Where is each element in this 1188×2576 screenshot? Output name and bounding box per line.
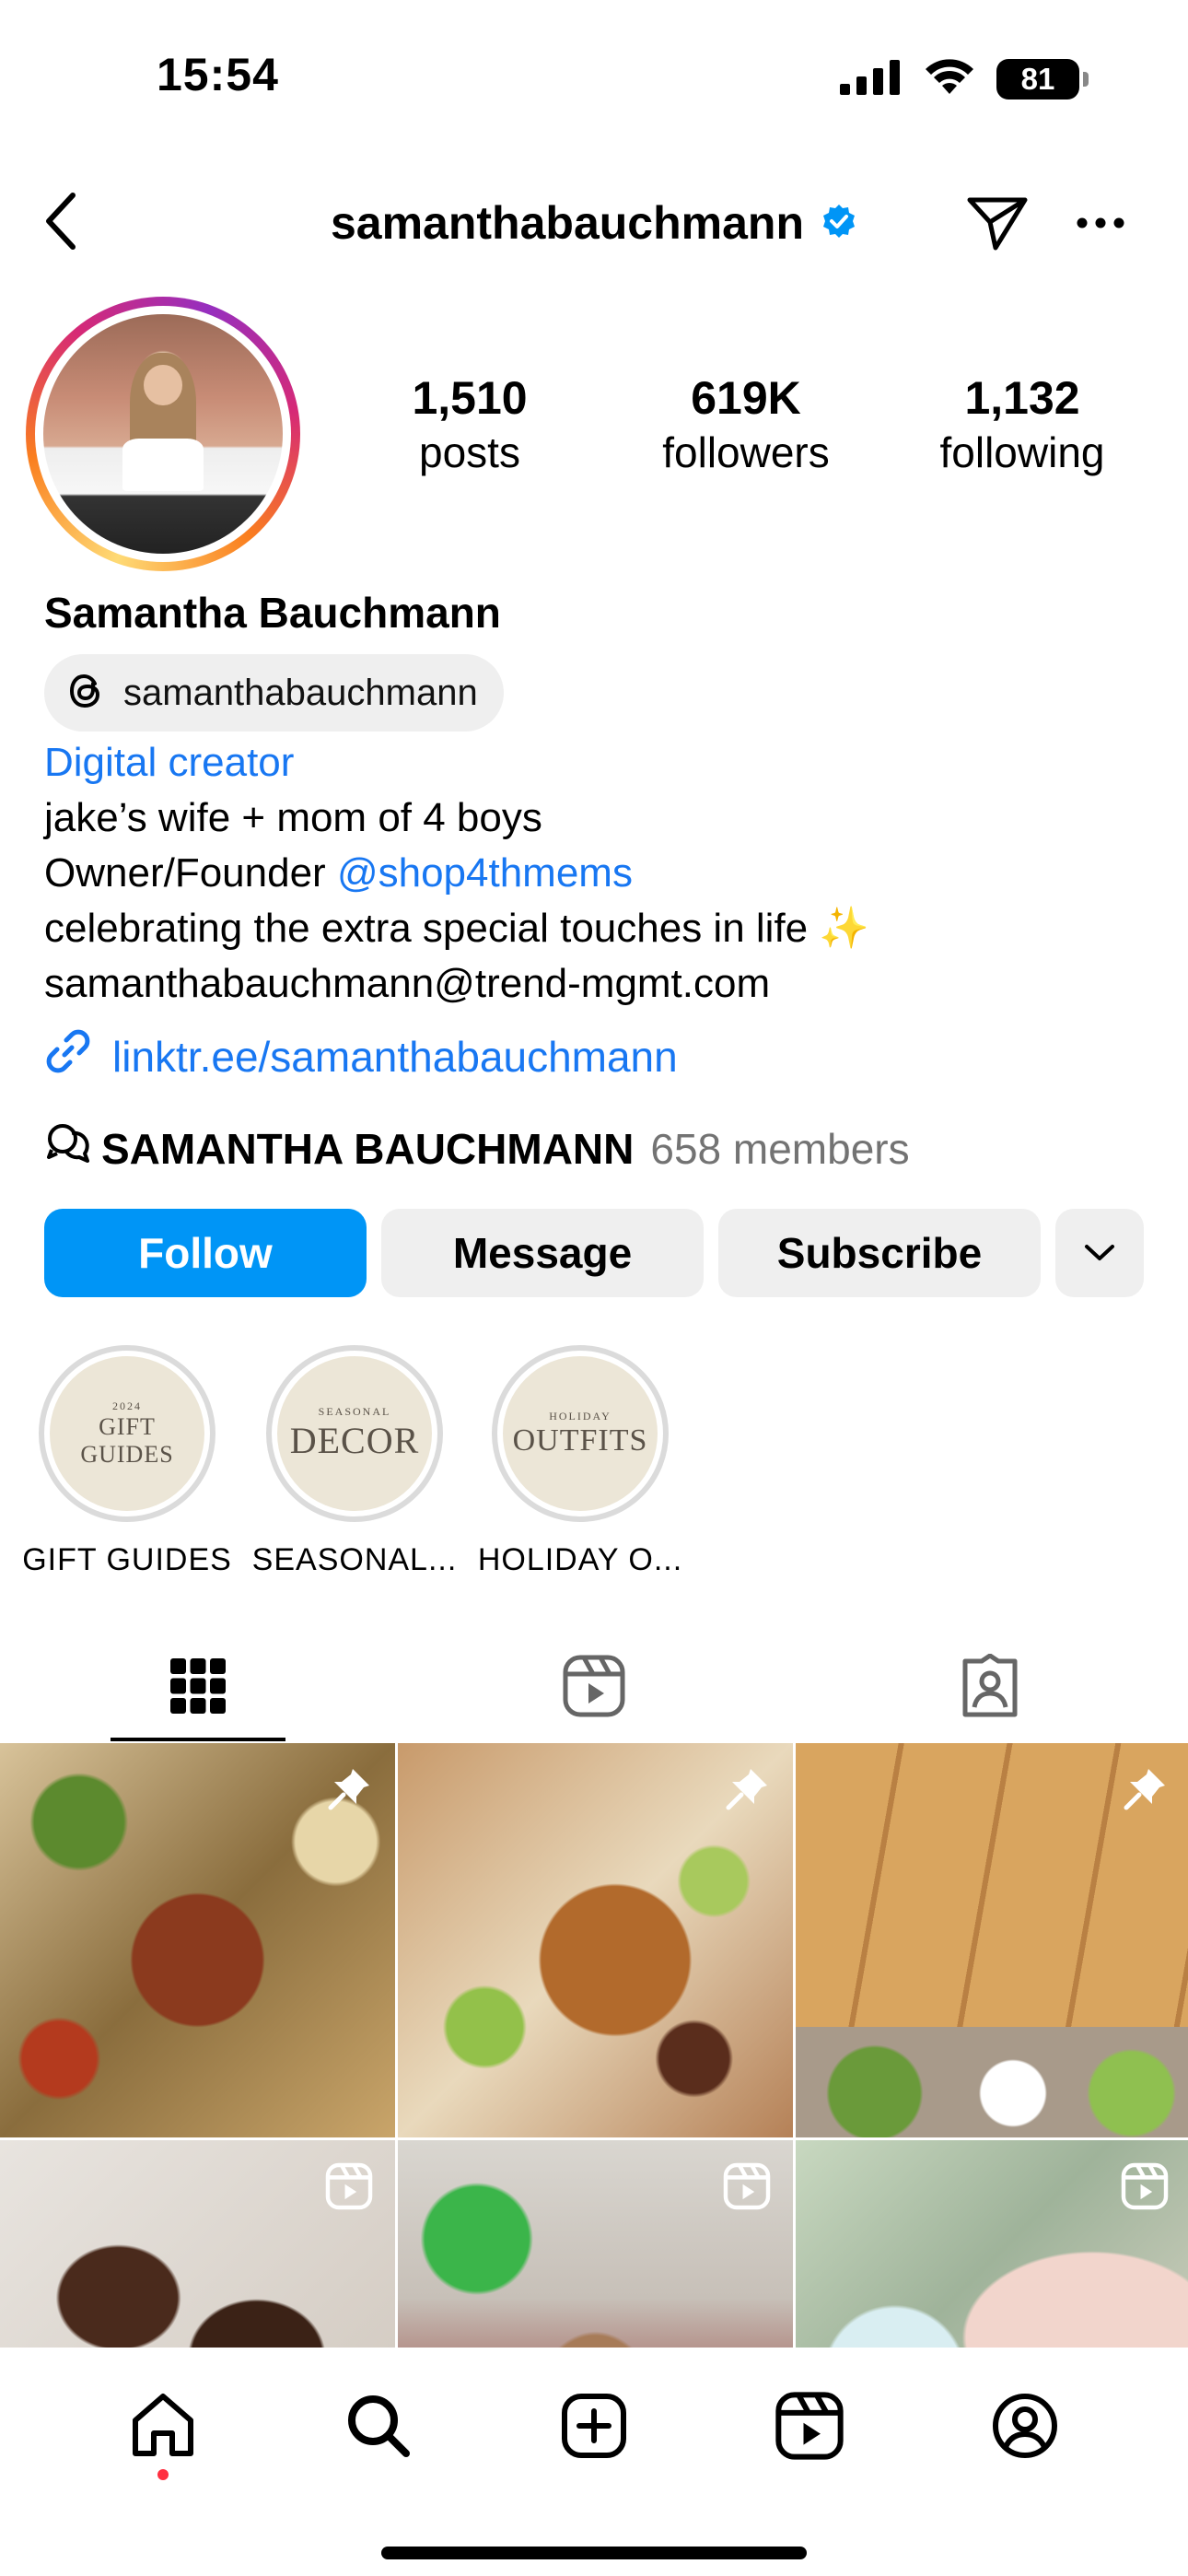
tagged-person-icon bbox=[962, 1654, 1018, 1717]
highlight-cover: 2024 GIFT GUIDES bbox=[50, 1356, 204, 1511]
highlight-cover: SEASONAL DECOR bbox=[277, 1356, 432, 1511]
highlight-gift-guides[interactable]: 2024 GIFT GUIDES GIFT GUIDES bbox=[21, 1345, 233, 1578]
subscribe-button[interactable]: Subscribe bbox=[718, 1209, 1041, 1297]
reel-icon bbox=[325, 2162, 373, 2215]
profile-icon bbox=[993, 2394, 1057, 2458]
threads-handle: samanthabauchmann bbox=[123, 672, 478, 713]
profile-username: samanthabauchmann bbox=[330, 197, 804, 249]
highlight-cover-small: 2024 bbox=[112, 1399, 142, 1412]
threads-icon bbox=[66, 671, 107, 716]
highlight-cover-small: SEASONAL bbox=[318, 1405, 391, 1418]
stat-label: following bbox=[939, 428, 1105, 476]
ellipsis-icon bbox=[1077, 217, 1124, 228]
profile-header: samanthabauchmann bbox=[0, 170, 1188, 272]
tab-posts-grid[interactable] bbox=[0, 1631, 396, 1741]
notification-dot bbox=[157, 2469, 169, 2480]
nav-reels[interactable] bbox=[768, 2384, 851, 2467]
highlight-cover-small: HOLIDAY bbox=[549, 1409, 611, 1423]
grid-reel[interactable] bbox=[0, 2140, 395, 2348]
home-icon bbox=[133, 2394, 193, 2456]
community-members: 658 members bbox=[650, 1124, 910, 1173]
reels-icon bbox=[775, 2392, 844, 2460]
avatar-photo bbox=[43, 314, 283, 554]
reels-icon bbox=[563, 1655, 625, 1717]
grid-reel[interactable] bbox=[398, 2140, 793, 2348]
bio-mention-link[interactable]: @shop4thmems bbox=[337, 850, 633, 896]
tab-tagged[interactable] bbox=[792, 1631, 1188, 1741]
verified-badge-icon bbox=[821, 203, 857, 244]
threads-badge[interactable]: samanthabauchmann bbox=[44, 654, 504, 732]
nav-home[interactable] bbox=[122, 2384, 204, 2480]
profile-bio: Digital creator jake’s wife + mom of 4 b… bbox=[44, 735, 1149, 1012]
message-button[interactable]: Message bbox=[381, 1209, 704, 1297]
suggested-accounts-button[interactable] bbox=[1055, 1209, 1144, 1297]
plus-square-icon bbox=[562, 2394, 626, 2458]
community-chat[interactable]: SAMANTHA BAUCHMANN 658 members bbox=[44, 1122, 910, 1175]
tab-reels[interactable] bbox=[396, 1631, 792, 1741]
profile-link[interactable]: linktr.ee/samanthabauchmann bbox=[44, 1027, 678, 1085]
link-text: linktr.ee/samanthabauchmann bbox=[112, 1032, 678, 1081]
reel-icon bbox=[1121, 2162, 1169, 2215]
nav-search[interactable] bbox=[337, 2384, 420, 2467]
pin-icon bbox=[325, 1765, 373, 1818]
story-highlights: 2024 GIFT GUIDES GIFT GUIDES SEASONAL DE… bbox=[0, 1345, 1188, 1578]
stat-value: 1,132 bbox=[964, 372, 1080, 424]
status-bar: 15:54 81 bbox=[0, 0, 1188, 157]
stat-followers[interactable]: 619K followers bbox=[608, 373, 884, 477]
profile-stats: 1,510 posts 619K followers 1,132 followi… bbox=[332, 373, 1160, 477]
stat-value: 1,510 bbox=[412, 372, 528, 424]
nav-create[interactable] bbox=[553, 2384, 635, 2467]
wifi-icon bbox=[923, 57, 976, 100]
grid-post[interactable] bbox=[0, 1743, 395, 2137]
highlight-label: GIFT GUIDES bbox=[22, 1542, 232, 1577]
grid-post[interactable] bbox=[398, 1743, 793, 2137]
highlight-cover-title: GIFT GUIDES bbox=[80, 1412, 174, 1468]
stat-following[interactable]: 1,132 following bbox=[884, 373, 1160, 477]
send-message-button[interactable] bbox=[962, 191, 1032, 255]
highlight-seasonal[interactable]: SEASONAL DECOR SEASONAL... bbox=[249, 1345, 460, 1578]
profile-actions: Follow Message Subscribe bbox=[44, 1209, 1144, 1297]
highlight-cover: HOLIDAY OUTFITS bbox=[503, 1356, 658, 1511]
bio-line: celebrating the extra special touches in… bbox=[44, 906, 870, 951]
search-icon bbox=[348, 2395, 410, 2457]
chat-bubbles-icon bbox=[44, 1122, 92, 1175]
more-options-button[interactable] bbox=[1068, 191, 1133, 255]
display-name: Samantha Bauchmann bbox=[44, 589, 501, 637]
pin-icon bbox=[723, 1765, 771, 1818]
grid-reel[interactable] bbox=[796, 2140, 1188, 2348]
nav-profile[interactable] bbox=[984, 2384, 1066, 2467]
community-name: SAMANTHA BAUCHMANN bbox=[101, 1124, 635, 1173]
profile-category: Digital creator bbox=[44, 740, 295, 785]
bio-text: Owner/Founder bbox=[44, 850, 337, 896]
status-time: 15:54 bbox=[157, 49, 279, 100]
highlight-cover-title: DECOR bbox=[289, 1420, 420, 1461]
signal-icon bbox=[840, 58, 903, 100]
stat-label: followers bbox=[662, 428, 830, 476]
bio-email: samanthabauchmann@trend-mgmt.com bbox=[44, 961, 771, 1006]
stat-label: posts bbox=[419, 428, 520, 476]
battery-icon: 81 bbox=[996, 58, 1089, 100]
chevron-down-icon bbox=[1085, 1245, 1114, 1260]
bio-line: jake’s wife + mom of 4 boys bbox=[44, 795, 542, 840]
home-indicator[interactable] bbox=[381, 2547, 807, 2559]
reel-icon bbox=[723, 2162, 771, 2215]
stat-value: 619K bbox=[691, 372, 801, 424]
posts-grid bbox=[0, 1743, 1188, 2348]
grid-icon bbox=[170, 1658, 226, 1714]
paper-plane-icon bbox=[967, 197, 1028, 251]
profile-avatar[interactable] bbox=[26, 297, 300, 571]
highlight-label: HOLIDAY O... bbox=[477, 1542, 683, 1577]
bio-line: Owner/Founder @shop4thmems bbox=[44, 846, 1149, 901]
status-icons: 81 bbox=[840, 57, 1089, 100]
grid-post[interactable] bbox=[796, 1743, 1188, 2137]
highlight-label: SEASONAL... bbox=[251, 1542, 458, 1577]
highlight-cover-title: OUTFITS bbox=[512, 1423, 648, 1458]
stat-posts[interactable]: 1,510 posts bbox=[332, 373, 608, 477]
profile-tabs bbox=[0, 1631, 1188, 1741]
link-icon bbox=[44, 1027, 92, 1085]
bottom-navigation bbox=[0, 2348, 1188, 2576]
highlight-holiday[interactable]: HOLIDAY OUTFITS HOLIDAY O... bbox=[474, 1345, 686, 1578]
follow-button[interactable]: Follow bbox=[44, 1209, 367, 1297]
pin-icon bbox=[1121, 1765, 1169, 1818]
